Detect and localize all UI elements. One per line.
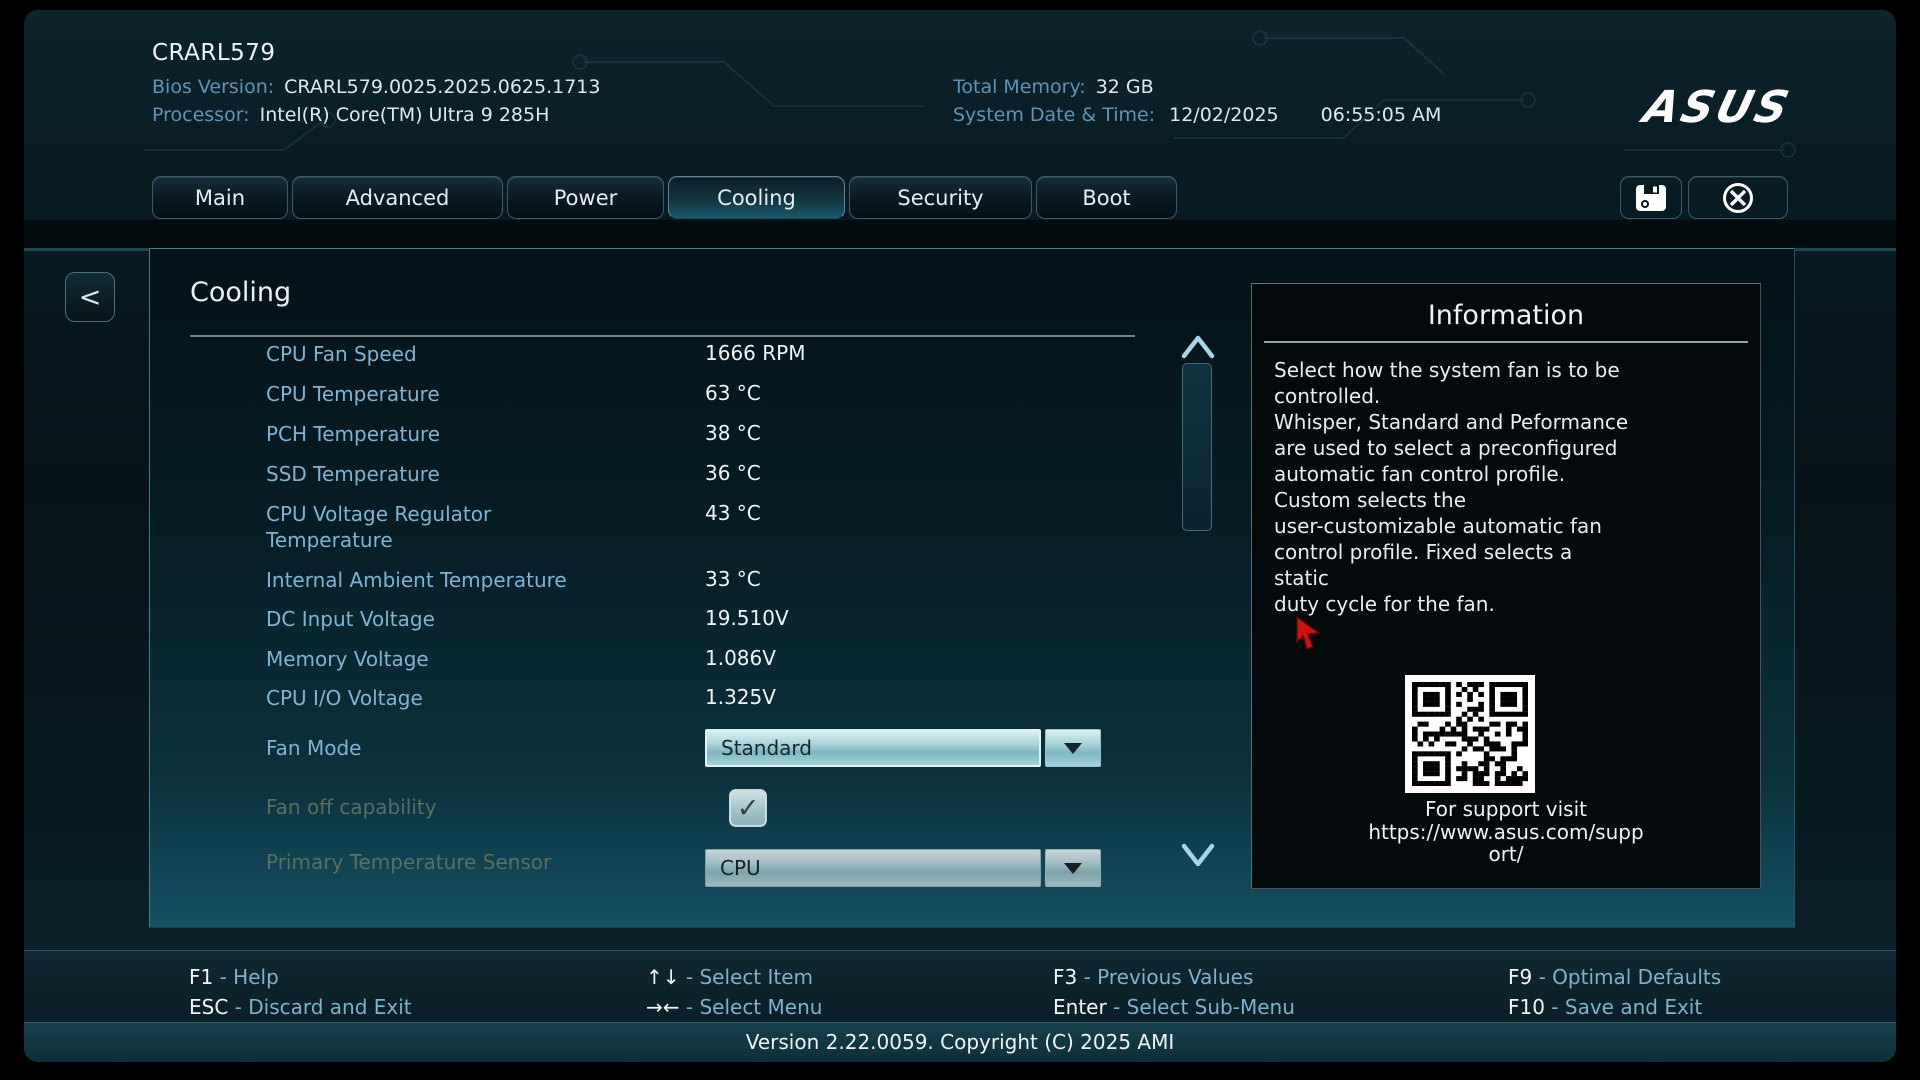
memory-value: 32 GB (1096, 76, 1154, 98)
bios-frame: CRARL579 Bios Version: CRARL579.0025.2025… (24, 10, 1896, 1062)
row-label-primary-temperature-sensor: Primary Temperature Sensor (266, 849, 596, 875)
version-text: Version 2.22.0059. Copyright (C) 2025 AM… (746, 1030, 1175, 1054)
chevron-up-icon[interactable] (1179, 333, 1217, 361)
help-enter: Enter - Select Sub-Menu (1053, 995, 1295, 1019)
tab-advanced[interactable]: Advanced (292, 176, 503, 219)
memory-row: Total Memory: 32 GB (953, 76, 1154, 98)
row-label-cpu-temperature: CPU Temperature (266, 381, 596, 407)
tab-cooling[interactable]: Cooling (668, 176, 845, 219)
row-value-cpu-io-voltage: 1.325V (705, 685, 776, 709)
primary-temperature-sensor-dropdown: CPU (705, 849, 1101, 887)
fan-mode-dropdown[interactable]: Standard (705, 729, 1101, 767)
bios-version-label: Bios Version: (152, 76, 274, 98)
model-name: CRARL579 (152, 40, 276, 66)
fan-mode-selected-value[interactable]: Standard (705, 729, 1041, 767)
help-select-item: ↑↓ - Select Item (646, 965, 813, 989)
information-body: Select how the system fan is to be contr… (1252, 343, 1760, 617)
tab-security[interactable]: Security (849, 176, 1032, 219)
header: CRARL579 Bios Version: CRARL579.0025.2025… (24, 10, 1896, 166)
title-underline (190, 335, 1135, 337)
row-value-cpu-fan-speed: 1666 RPM (705, 341, 805, 365)
red-arrow-cursor (1295, 616, 1325, 650)
row-value-pch-temperature: 38 °C (705, 421, 761, 445)
row-value-internal-ambient-temperature: 33 °C (705, 567, 761, 591)
datetime-label: System Date & Time: (953, 104, 1155, 126)
back-button[interactable]: < (65, 272, 115, 322)
processor-label: Processor: (152, 104, 250, 126)
row-value-cpu-temperature: 63 °C (705, 381, 761, 405)
qr-code (1405, 675, 1535, 793)
asus-logo: ASUS (1638, 82, 1796, 133)
scrollbar-thumb[interactable] (1182, 363, 1212, 531)
datetime-row: System Date & Time: 12/02/2025 06:55:05 AM (953, 104, 1441, 126)
primary-temperature-sensor-value: CPU (705, 849, 1041, 887)
page-title: Cooling (190, 277, 291, 308)
triangle-down-icon (1064, 863, 1082, 874)
help-f9: F9 - Optimal Defaults (1508, 965, 1721, 989)
support-text: For support visit https://www.asus.com/s… (1252, 798, 1760, 866)
bios-screen: CRARL579 Bios Version: CRARL579.0025.2025… (0, 0, 1920, 1080)
help-esc: ESC - Discard and Exit (189, 995, 412, 1019)
processor-row: Processor: Intel(R) Core(TM) Ultra 9 285H (152, 104, 549, 126)
bios-version-value: CRARL579.0025.2025.0625.1713 (284, 76, 600, 98)
row-label-fan-mode: Fan Mode (266, 735, 596, 761)
row-label-cpu-io-voltage: CPU I/O Voltage (266, 685, 596, 711)
memory-label: Total Memory: (953, 76, 1086, 98)
tab-main[interactable]: Main (152, 176, 288, 219)
row-label-cpu-fan-speed: CPU Fan Speed (266, 341, 596, 367)
chevron-left: < (79, 282, 102, 313)
checkmark-icon: ✓ (737, 793, 760, 824)
information-title: Information (1252, 300, 1760, 331)
row-label-fan-off-capability: Fan off capability (266, 794, 596, 820)
primary-sensor-dropdown-arrow (1045, 849, 1101, 887)
row-label-pch-temperature: PCH Temperature (266, 421, 596, 447)
row-value-ssd-temperature: 36 °C (705, 461, 761, 485)
tab-bar: Main Advanced Power Cooling Security Boo… (152, 176, 1177, 219)
processor-value: Intel(R) Core(TM) Ultra 9 285H (260, 104, 550, 126)
help-bar: F1 - Help ESC - Discard and Exit ↑↓ - Se… (24, 950, 1896, 1022)
system-date: 12/02/2025 (1169, 104, 1279, 126)
exit-button[interactable] (1688, 176, 1788, 219)
fan-off-capability-checkbox: ✓ (729, 789, 767, 827)
tabstrip-shadow (24, 220, 1896, 248)
qr-code-svg (1412, 682, 1528, 786)
floppy-disk-icon (1634, 183, 1668, 213)
row-value-memory-voltage: 1.086V (705, 646, 776, 670)
help-f1: F1 - Help (189, 965, 279, 989)
bios-version-row: Bios Version: CRARL579.0025.2025.0625.171… (152, 76, 600, 98)
circled-x-icon (1721, 181, 1755, 215)
row-label-ssd-temperature: SSD Temperature (266, 461, 596, 487)
help-select-menu: →← - Select Menu (646, 995, 822, 1019)
tab-boot[interactable]: Boot (1036, 176, 1177, 219)
version-bar: Version 2.22.0059. Copyright (C) 2025 AM… (24, 1022, 1896, 1062)
row-label-memory-voltage: Memory Voltage (266, 646, 596, 672)
chevron-down-icon[interactable] (1179, 841, 1217, 869)
tab-power[interactable]: Power (507, 176, 664, 219)
row-label-dc-input-voltage: DC Input Voltage (266, 606, 596, 632)
row-label-internal-ambient-temperature: Internal Ambient Temperature (266, 567, 596, 593)
system-time: 06:55:05 AM (1321, 104, 1442, 126)
help-f3: F3 - Previous Values (1053, 965, 1253, 989)
row-value-dc-input-voltage: 19.510V (705, 606, 789, 630)
row-label-cpu-vr-temperature: CPU Voltage Regulator Temperature (266, 501, 596, 553)
information-panel: Information Select how the system fan is… (1251, 283, 1761, 889)
fan-mode-dropdown-arrow[interactable] (1045, 729, 1101, 767)
window-buttons (1620, 176, 1788, 219)
save-button[interactable] (1620, 176, 1682, 219)
row-value-cpu-vr-temperature: 43 °C (705, 501, 761, 525)
help-f10: F10 - Save and Exit (1508, 995, 1702, 1019)
triangle-down-icon (1064, 743, 1082, 754)
